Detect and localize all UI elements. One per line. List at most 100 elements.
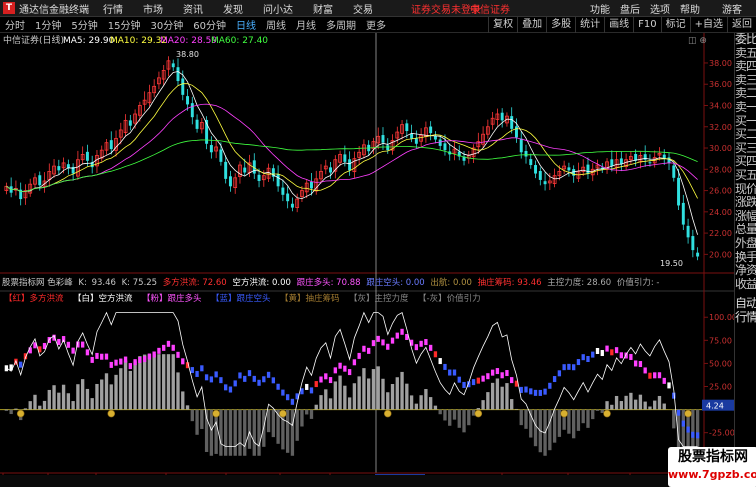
- candle-body: [500, 112, 504, 121]
- indicator-band: [166, 340, 171, 347]
- indicator-band: [362, 345, 366, 352]
- kline-chart[interactable]: 中信证券(日线) MA5: 29.90 MA10: 29.32 MA20: 28…: [0, 33, 734, 487]
- zixuan-button[interactable]: +自选: [689, 17, 727, 33]
- quote-sell4[interactable]: 卖四: [735, 60, 756, 74]
- menu-panhou[interactable]: 盘后: [620, 1, 640, 16]
- quote-change-pct[interactable]: 涨幅: [735, 210, 756, 224]
- quote-buy5[interactable]: 买五: [735, 169, 756, 183]
- tab-weekly[interactable]: 周线: [261, 17, 291, 32]
- menu-jiaoyi[interactable]: 交易: [353, 1, 373, 16]
- tab-30min[interactable]: 30分钟: [145, 17, 188, 32]
- tab-1min[interactable]: 1分钟: [30, 17, 66, 32]
- indicator-bar: [66, 393, 71, 410]
- menu-faxian[interactable]: 发现: [223, 1, 243, 16]
- menu-wenxiaoda[interactable]: 问小达: [263, 1, 293, 16]
- indicator-band: [109, 361, 113, 368]
- indicator-bar: [57, 392, 61, 410]
- indicator-band: [352, 359, 357, 366]
- quote-outer[interactable]: 外盘: [735, 237, 756, 251]
- quote-sell2[interactable]: 卖二: [735, 87, 756, 101]
- quote-weibi[interactable]: 委比: [735, 33, 756, 47]
- indicator-jiazhi: 价值引力: -: [617, 277, 660, 288]
- ma10-label: MA10: 29.32: [110, 36, 167, 46]
- price-tick-label: 24.00: [709, 208, 732, 217]
- tab-fenshi[interactable]: 分时: [0, 17, 30, 32]
- f10-button[interactable]: F10: [633, 17, 660, 33]
- indicator-band: [414, 344, 419, 351]
- coin-marker-icon: [279, 409, 287, 418]
- broker-name[interactable]: 中信证券: [470, 1, 510, 16]
- tab-15min[interactable]: 15分钟: [103, 17, 146, 32]
- guest-user[interactable]: 游客: [722, 1, 742, 16]
- candle-body: [195, 119, 199, 129]
- quote-sell3[interactable]: 卖三: [735, 74, 756, 88]
- quote-turnover[interactable]: 换手: [735, 251, 756, 265]
- site-watermark: 股票指标网 www.7gpzb.com: [668, 447, 756, 487]
- menu-gongneng[interactable]: 功能: [590, 1, 610, 16]
- tab-monthly[interactable]: 月线: [291, 17, 321, 32]
- price-tick-label: 28.00: [709, 165, 732, 174]
- auto-button[interactable]: 自动: [735, 297, 756, 311]
- quote-button[interactable]: 行情: [735, 311, 756, 325]
- indicator-chu: 出航: 0.00: [430, 277, 472, 288]
- indicator-bar: [619, 401, 624, 410]
- indicator-name: 股票指标网 色彩峰: [2, 277, 73, 288]
- biaoji-button[interactable]: 标记: [660, 17, 690, 33]
- indicator-band: [586, 355, 590, 362]
- indicator-bar: [181, 391, 185, 410]
- low-price-label: 19.50: [660, 259, 683, 268]
- chart-settings-icon[interactable]: ◫ ⊕: [688, 36, 707, 46]
- indicator-band: [562, 364, 566, 371]
- indicator-bar: [662, 403, 666, 410]
- indicator-bar: [333, 381, 337, 410]
- tab-5min[interactable]: 5分钟: [66, 17, 102, 32]
- huaxian-button[interactable]: 画线: [604, 17, 633, 33]
- diejia-button[interactable]: 叠加: [517, 17, 546, 33]
- candle-body: [348, 159, 352, 171]
- indicator-tick-label: -25.00: [709, 429, 734, 438]
- quote-buy1[interactable]: 买一: [735, 115, 756, 129]
- fanhui-button[interactable]: 返回: [727, 17, 756, 33]
- indicator-bar: [338, 375, 342, 410]
- indicator-bar: [524, 409, 528, 429]
- menu-xuanxiang[interactable]: 选项: [650, 1, 670, 16]
- quote-sell5[interactable]: 卖五: [735, 47, 756, 61]
- quote-buy3[interactable]: 买三: [735, 142, 756, 156]
- menu-bangzhu[interactable]: 帮助: [680, 1, 700, 16]
- tab-60min[interactable]: 60分钟: [188, 17, 231, 32]
- indicator-band: [552, 376, 557, 383]
- indicator-bar: [462, 409, 466, 433]
- candle-body: [109, 140, 113, 150]
- menu-hangqing[interactable]: 行情: [103, 1, 123, 16]
- indicator-band: [567, 363, 571, 370]
- candle-body: [228, 176, 232, 187]
- indicator-bar: [128, 370, 132, 410]
- fuquan-button[interactable]: 复权: [488, 17, 517, 33]
- indicator-band: [224, 384, 228, 391]
- duogu-button[interactable]: 多股: [546, 17, 575, 33]
- candle-body: [648, 162, 652, 164]
- indicator-bar: [14, 408, 18, 410]
- ma60-label: MA60: 27.40: [211, 36, 268, 46]
- price-tick-label: 22.00: [709, 229, 732, 238]
- coin-marker-icon: [383, 409, 392, 418]
- quote-sell1[interactable]: 卖一: [735, 101, 756, 115]
- tab-multi[interactable]: 多周期: [321, 17, 361, 32]
- indicator-bar: [519, 409, 523, 426]
- legend-item: 【黄】抽庄筹码: [280, 293, 340, 304]
- menu-caifu[interactable]: 财富: [313, 1, 333, 16]
- quote-change[interactable]: 涨跌: [735, 196, 756, 210]
- quote-buy2[interactable]: 买二: [735, 128, 756, 142]
- quote-volume[interactable]: 总量: [735, 223, 756, 237]
- menu-zixun[interactable]: 资讯: [183, 1, 203, 16]
- tab-daily[interactable]: 日线: [231, 17, 261, 32]
- quote-price[interactable]: 现价: [735, 183, 756, 197]
- indicator-band: [600, 350, 604, 357]
- quote-earnings[interactable]: 收益: [735, 278, 756, 292]
- legend-item: 【红】多方洪流: [4, 293, 64, 304]
- tab-more[interactable]: 更多: [361, 17, 391, 32]
- menu-shichang[interactable]: 市场: [143, 1, 163, 16]
- quote-buy4[interactable]: 买四: [735, 155, 756, 169]
- tongji-button[interactable]: 统计: [575, 17, 604, 33]
- quote-net-assets[interactable]: 净资: [735, 264, 756, 278]
